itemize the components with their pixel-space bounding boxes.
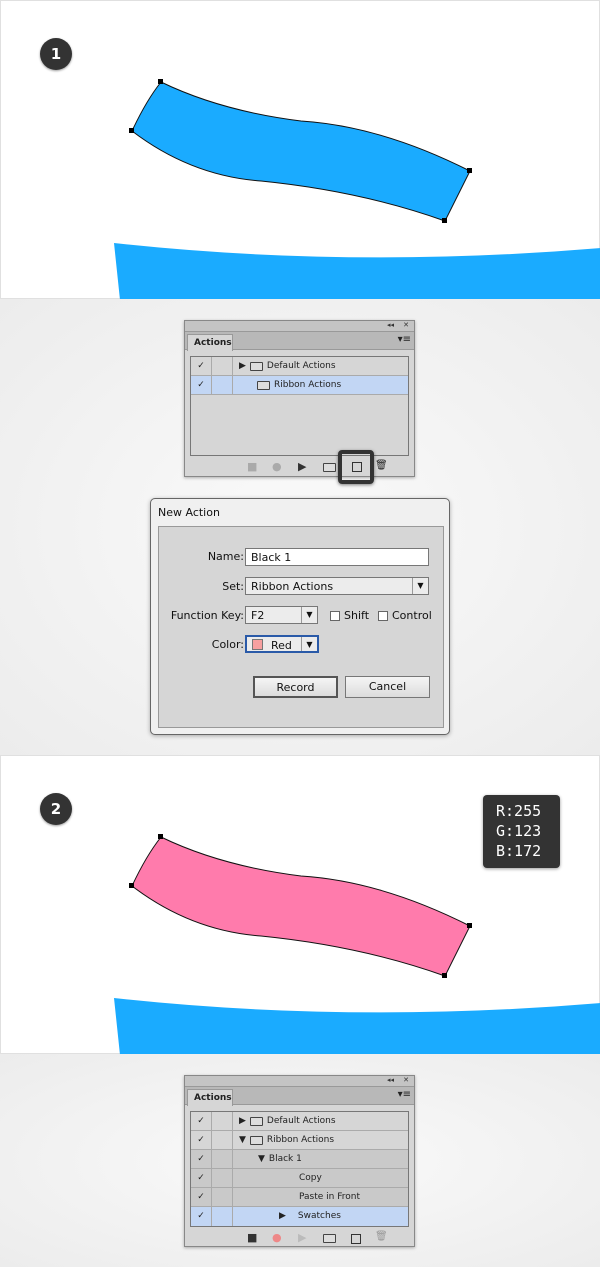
name-input[interactable]: Black 1 bbox=[245, 548, 429, 566]
collapse-icon[interactable]: ◂◂ bbox=[387, 321, 394, 329]
cancel-button[interactable]: Cancel bbox=[345, 676, 430, 698]
set-value: Ribbon Actions bbox=[251, 580, 334, 593]
trash-icon[interactable]: 🗑 bbox=[375, 460, 388, 471]
play-icon[interactable]: ▶ bbox=[298, 460, 306, 473]
dialog-title: New Action bbox=[158, 506, 220, 519]
fkey-value: F2 bbox=[251, 609, 265, 622]
actions-panel: ◂◂ ✕ Actions ▾≡ ✓ ▶ Default Actions ✓ ▼ Ribbon… bbox=[184, 1075, 415, 1247]
new-action-icon[interactable] bbox=[338, 450, 374, 484]
folder-icon bbox=[249, 1116, 263, 1126]
list-item[interactable]: ✓ ▼ Black 1 bbox=[191, 1150, 408, 1169]
item-label: Black 1 bbox=[268, 1154, 302, 1164]
function-key-select[interactable]: F2 ▼ bbox=[245, 606, 318, 624]
folder-icon bbox=[249, 1135, 263, 1145]
expand-icon[interactable]: ▼ bbox=[258, 1154, 265, 1164]
item-label: Ribbon Actions bbox=[274, 380, 342, 390]
record-icon[interactable]: ● bbox=[272, 460, 282, 473]
artwork-1 bbox=[114, 79, 600, 300]
play-icon[interactable]: ▶ bbox=[298, 1231, 306, 1244]
collapse-icon[interactable]: ◂◂ bbox=[387, 1076, 394, 1084]
actions-list: ✓ ▶ Default Actions ✓ Ribbon Actions bbox=[190, 356, 409, 456]
function-key-label: Function Key: bbox=[170, 609, 244, 622]
color-select[interactable]: Red ▼ bbox=[245, 635, 319, 653]
rgb-b: B:172 bbox=[496, 842, 542, 860]
actions-panel: ◂◂ ✕ Actions ▾≡ ✓ ▶ Default Actions ✓ Ribbon … bbox=[184, 320, 415, 484]
set-label: Set: bbox=[222, 580, 244, 593]
record-icon[interactable]: ● bbox=[272, 1231, 282, 1244]
check-icon[interactable]: ✓ bbox=[191, 357, 212, 375]
list-item[interactable]: ✓ ▶ Default Actions bbox=[191, 1112, 408, 1131]
check-icon[interactable]: ✓ bbox=[191, 1112, 212, 1130]
shift-checkbox[interactable]: Shift bbox=[330, 609, 369, 622]
rgb-g: G:123 bbox=[496, 822, 542, 840]
item-label: Swatches bbox=[297, 1211, 341, 1221]
new-set-icon[interactable] bbox=[323, 1234, 336, 1243]
trash-icon[interactable]: 🗑 bbox=[375, 1231, 388, 1242]
item-label: Default Actions bbox=[266, 361, 336, 371]
control-checkbox[interactable]: Control bbox=[378, 609, 432, 622]
pink-ribbon-shape bbox=[131, 836, 471, 977]
color-swatch bbox=[252, 639, 263, 650]
set-select[interactable]: Ribbon Actions ▼ bbox=[245, 577, 429, 595]
folder-icon bbox=[249, 361, 263, 371]
tab-actions[interactable]: Actions bbox=[187, 334, 233, 351]
actions-list: ✓ ▶ Default Actions ✓ ▼ Ribbon Actions ✓ ▼ Bla… bbox=[190, 1111, 409, 1227]
step-number: 1 bbox=[40, 38, 72, 70]
item-label: Paste in Front bbox=[299, 1192, 360, 1202]
close-icon[interactable]: ✕ bbox=[403, 321, 409, 329]
list-item[interactable]: ✓ ▶ Swatches bbox=[191, 1207, 408, 1226]
panel-menu-icon[interactable]: ▾≡ bbox=[398, 1089, 411, 1100]
blue-band bbox=[114, 243, 600, 300]
chevron-down-icon: ▼ bbox=[412, 578, 428, 594]
new-action-dialog: New Action Name: Black 1 Set: Ribbon Act… bbox=[150, 498, 450, 735]
blue-ribbon-shape bbox=[131, 81, 471, 222]
record-button[interactable]: Record bbox=[253, 676, 338, 698]
check-icon[interactable]: ✓ bbox=[191, 1131, 212, 1149]
artboard-1: 1 bbox=[0, 0, 600, 300]
check-icon[interactable]: ✓ bbox=[191, 1169, 212, 1187]
list-item[interactable]: ✓ Paste in Front bbox=[191, 1188, 408, 1207]
expand-icon[interactable]: ▶ bbox=[239, 1116, 246, 1126]
item-label: Ribbon Actions bbox=[266, 1135, 335, 1145]
check-icon[interactable]: ✓ bbox=[191, 376, 212, 394]
folder-icon bbox=[257, 380, 270, 390]
new-set-icon[interactable] bbox=[323, 463, 336, 472]
color-value: Red bbox=[271, 639, 292, 652]
shift-label: Shift bbox=[344, 609, 370, 622]
expand-icon[interactable]: ▶ bbox=[279, 1211, 286, 1221]
control-label: Control bbox=[392, 609, 432, 622]
color-label: Color: bbox=[211, 638, 244, 651]
name-label: Name: bbox=[207, 550, 244, 563]
close-icon[interactable]: ✕ bbox=[403, 1076, 409, 1084]
tab-actions[interactable]: Actions bbox=[187, 1089, 233, 1106]
check-icon[interactable]: ✓ bbox=[191, 1188, 212, 1206]
chevron-down-icon: ▼ bbox=[301, 607, 317, 623]
list-item[interactable]: ✓ ▼ Ribbon Actions bbox=[191, 1131, 408, 1150]
panel-menu-icon[interactable]: ▾≡ bbox=[398, 334, 411, 345]
item-label: Default Actions bbox=[266, 1116, 336, 1126]
stop-icon[interactable]: ■ bbox=[247, 1231, 257, 1244]
check-icon[interactable]: ✓ bbox=[191, 1207, 212, 1226]
chevron-down-icon: ▼ bbox=[301, 637, 317, 651]
check-icon[interactable]: ✓ bbox=[191, 1150, 212, 1168]
expand-icon[interactable]: ▼ bbox=[239, 1135, 246, 1145]
list-item[interactable]: ✓ ▶ Default Actions bbox=[191, 357, 408, 376]
new-action-icon[interactable] bbox=[351, 1234, 361, 1244]
stop-icon[interactable]: ■ bbox=[247, 460, 257, 473]
expand-icon[interactable]: ▶ bbox=[239, 361, 246, 371]
item-label: Copy bbox=[299, 1173, 322, 1183]
rgb-r: R:255 bbox=[496, 802, 542, 820]
rgb-badge: R:255 G:123 B:172 bbox=[483, 795, 560, 868]
blue-band bbox=[114, 998, 600, 1055]
list-item[interactable]: ✓ Copy bbox=[191, 1169, 408, 1188]
step-number: 2 bbox=[40, 793, 72, 825]
list-item[interactable]: ✓ Ribbon Actions bbox=[191, 376, 408, 395]
